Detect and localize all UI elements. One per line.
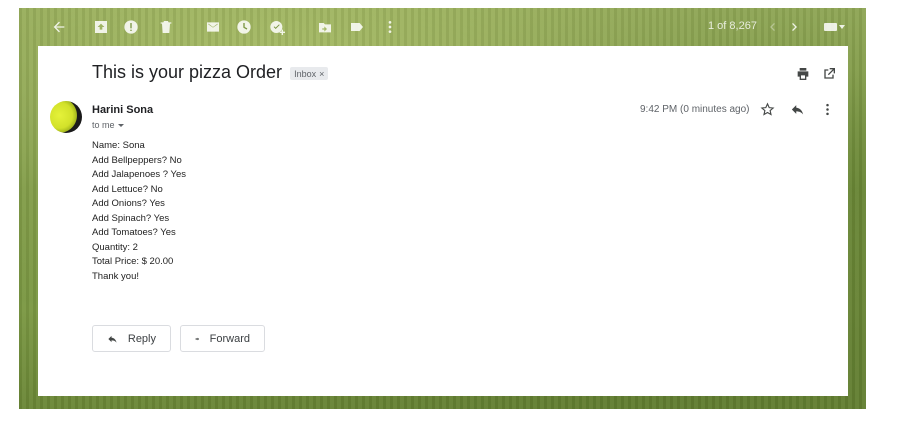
recipient-line[interactable]: to me (92, 120, 124, 130)
body-line: Name: Sona (92, 140, 145, 151)
reply-button[interactable]: Reply (92, 325, 171, 352)
sender-avatar[interactable] (50, 101, 82, 133)
body-line: Add Tomatoes? Yes (92, 227, 176, 238)
inbox-label-chip: Inbox × (290, 67, 329, 80)
reply-button-label: Reply (127, 332, 156, 345)
star-icon[interactable] (760, 102, 776, 118)
forward-button[interactable]: Forward (180, 325, 265, 352)
body-line: Add Spinach? Yes (92, 212, 170, 224)
email-card: This is your pizza Order Inbox × Harini … (38, 46, 848, 396)
recipient-details-dropdown-icon[interactable] (117, 123, 124, 127)
forward-icon (195, 337, 200, 340)
subject-text: This is your pizza Order (92, 62, 283, 82)
sender-name[interactable]: Harini Sona (92, 104, 153, 116)
email-subject: This is your pizza Order Inbox × (92, 62, 329, 83)
mark-unread-icon[interactable] (204, 18, 222, 36)
label-text: Inbox (294, 68, 317, 79)
body-line: Add Bellpeppers? No (92, 154, 182, 166)
back-arrow-icon[interactable] (50, 18, 68, 36)
archive-icon[interactable] (92, 18, 110, 36)
chevron-left-icon[interactable] (763, 18, 781, 36)
body-line: Quantity: 2 (92, 241, 138, 253)
email-timestamp: 9:42 PM (0 minutes ago) (640, 104, 750, 115)
email-body: Name: Sona Add Bellpeppers? No Add Jalap… (92, 139, 186, 284)
move-to-icon[interactable] (316, 18, 334, 36)
labels-icon[interactable] (348, 18, 366, 36)
recipient-text: to me (92, 120, 115, 130)
snooze-icon[interactable] (235, 18, 253, 36)
chevron-down-icon (839, 25, 845, 29)
chevron-right-icon[interactable] (786, 18, 804, 36)
add-to-tasks-icon[interactable] (268, 18, 286, 36)
delete-icon[interactable] (157, 18, 175, 36)
reply-icon[interactable] (790, 102, 806, 118)
body-line: Thank you! (92, 270, 139, 282)
body-line: Add Jalapenoes ? Yes (92, 169, 187, 180)
body-line: Total Price: $ 20.00 (92, 256, 174, 267)
body-line: Add Onions? Yes (92, 198, 165, 209)
reply-icon (108, 335, 117, 343)
open-in-new-window-icon[interactable] (821, 66, 837, 82)
more-vert-icon[interactable] (820, 102, 836, 118)
message-counter: 1 of 8,267 (708, 20, 757, 32)
print-icon[interactable] (795, 66, 811, 82)
body-line: Add Lettuce? No (92, 183, 163, 195)
report-spam-icon[interactable] (122, 18, 140, 36)
remove-label-button[interactable]: × (319, 69, 324, 79)
keyboard-icon[interactable] (824, 22, 848, 32)
more-vert-icon[interactable] (381, 18, 399, 36)
forward-button-label: Forward (209, 332, 250, 345)
message-toolbar: 1 of 8,267 (19, 8, 866, 46)
